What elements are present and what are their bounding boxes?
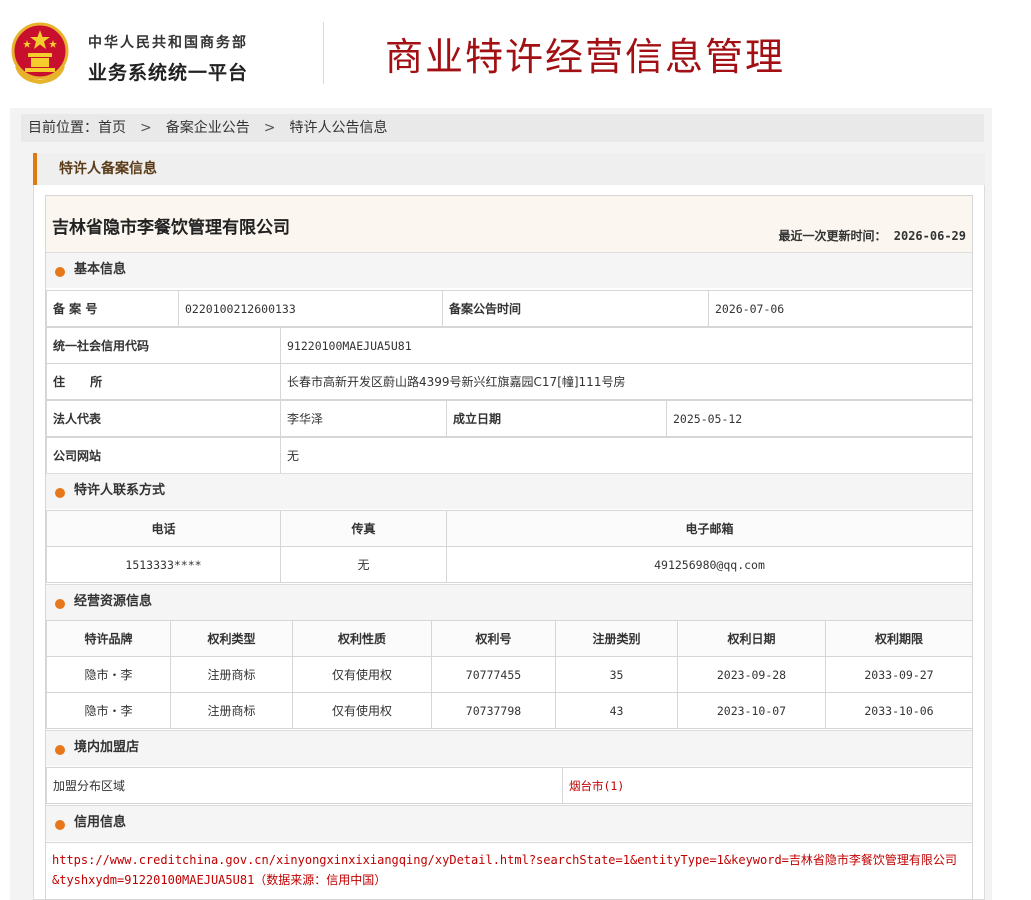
- address-label: 住 所: [46, 363, 281, 400]
- site-title: 商业特许经营信息管理: [385, 35, 786, 79]
- bullet-dot-icon: [55, 745, 65, 755]
- resources-table: 特许品牌 权利类型 权利性质 权利号 注册类别 权利日期 权利期限 隐市・李 注…: [46, 620, 973, 729]
- bullet-dot-icon: [55, 488, 65, 498]
- bullet-dot-icon: [55, 267, 65, 277]
- table-cell: 2033-09-27: [825, 656, 973, 693]
- column-header: 权利号: [431, 620, 556, 657]
- column-header: 权利类型: [170, 620, 293, 657]
- record-no-value: 0220100212600133: [178, 290, 443, 327]
- table-row: 1513333**** 无 491256980@qq.com: [46, 546, 973, 583]
- phone-value: 1513333****: [46, 546, 281, 583]
- credit-code-value: 91220100MAEJUA5U81: [280, 327, 973, 364]
- breadcrumb-filed-enterprises-link[interactable]: 备案企业公告: [166, 114, 250, 142]
- org-name-line1: 中华人民共和国商务部: [88, 35, 248, 51]
- column-header: 传真: [280, 510, 447, 547]
- section-title: 境内加盟店: [74, 740, 140, 755]
- column-header: 权利日期: [677, 620, 826, 657]
- credit-china-link[interactable]: https://www.creditchina.gov.cn/xinyongxi…: [52, 850, 962, 890]
- table-row: 加盟分布区域 烟台市(1): [46, 767, 973, 804]
- founded-value: 2025-05-12: [666, 400, 973, 437]
- table-cell: 注册商标: [170, 656, 293, 693]
- org-name-line2: 业务系统统一平台: [88, 62, 249, 84]
- table-cell: 70737798: [431, 692, 556, 729]
- column-header: 权利期限: [825, 620, 973, 657]
- basic-info-table-4: 公司网站 无: [46, 437, 973, 474]
- bullet-dot-icon: [55, 820, 65, 830]
- breadcrumb-home-link[interactable]: 首页: [98, 114, 126, 142]
- last-update-time: 最近一次更新时间： 2026-06-29: [779, 227, 967, 244]
- panel-header: 特许人备案信息: [33, 153, 985, 185]
- national-emblem-icon: [11, 22, 69, 84]
- announce-time-value: 2026-07-06: [708, 290, 973, 327]
- breadcrumb-current-page: 特许人公告信息: [289, 120, 388, 136]
- table-row: 隐市・李 注册商标 仅有使用权 70777455 35 2023-09-28 2…: [46, 656, 973, 693]
- section-credit: 信用信息: [46, 805, 972, 841]
- section-title: 基本信息: [74, 262, 127, 277]
- basic-info-table-2: 统一社会信用代码 91220100MAEJUA5U81 住 所 长春市高新开发区…: [46, 327, 973, 400]
- table-row: 隐市・李 注册商标 仅有使用权 70737798 43 2023-10-07 2…: [46, 692, 973, 729]
- update-value: 2026-06-29: [893, 229, 966, 243]
- region-link[interactable]: 烟台市(1): [562, 767, 973, 804]
- table-header-row: 特许品牌 权利类型 权利性质 权利号 注册类别 权利日期 权利期限: [46, 620, 973, 657]
- column-header: 电话: [46, 510, 281, 547]
- site-header: 中华人民共和国商务部 业务系统统一平台 商业特许经营信息管理: [0, 0, 1031, 108]
- table-row: 住 所 长春市高新开发区蔚山路4399号新兴红旗嘉园C17[幢]111号房: [46, 363, 973, 400]
- table-cell: 43: [555, 692, 678, 729]
- breadcrumb: 目前位置：首页 > 备案企业公告 > 特许人公告信息: [21, 114, 984, 142]
- table-cell: 2023-10-07: [677, 692, 826, 729]
- credit-code-label: 统一社会信用代码: [46, 327, 281, 364]
- update-label: 最近一次更新时间：: [778, 229, 887, 243]
- section-contact: 特许人联系方式: [46, 473, 972, 509]
- contact-table: 电话 传真 电子邮箱 1513333**** 无 491256980@qq.co…: [46, 510, 973, 583]
- section-title: 信用信息: [74, 815, 127, 830]
- table-cell: 注册商标: [170, 692, 293, 729]
- address-value: 长春市高新开发区蔚山路4399号新兴红旗嘉园C17[幢]111号房: [280, 363, 973, 400]
- section-resources: 经营资源信息: [46, 584, 972, 620]
- table-cell: 仅有使用权: [292, 692, 432, 729]
- domestic-table: 加盟分布区域 烟台市(1): [46, 767, 973, 804]
- company-name: 吉林省隐市李餐饮管理有限公司: [52, 218, 290, 238]
- table-cell: 隐市・李: [46, 692, 171, 729]
- record-no-label: 备 案 号: [46, 290, 179, 327]
- table-row: 法人代表 李华泽 成立日期 2025-05-12: [46, 400, 973, 437]
- table-header-row: 电话 传真 电子邮箱: [46, 510, 973, 547]
- table-row: 统一社会信用代码 91220100MAEJUA5U81: [46, 327, 973, 364]
- basic-info-table-1: 备 案 号 0220100212600133 备案公告时间 2026-07-06: [46, 290, 973, 327]
- breadcrumb-prefix: 目前位置：: [28, 120, 98, 136]
- email-value: 491256980@qq.com: [446, 546, 973, 583]
- section-basic-info: 基本信息: [46, 252, 972, 288]
- table-row: 备 案 号 0220100212600133 备案公告时间 2026-07-06: [46, 290, 973, 327]
- region-label: 加盟分布区域: [46, 767, 563, 804]
- announce-time-label: 备案公告时间: [442, 290, 709, 327]
- section-title: 经营资源信息: [74, 594, 153, 609]
- table-cell: 2033-10-06: [825, 692, 973, 729]
- fax-value: 无: [280, 546, 447, 583]
- founded-label: 成立日期: [446, 400, 667, 437]
- bullet-dot-icon: [55, 599, 65, 609]
- table-cell: 2023-09-28: [677, 656, 826, 693]
- section-title: 特许人联系方式: [74, 483, 166, 498]
- basic-info-table-3: 法人代表 李华泽 成立日期 2025-05-12: [46, 400, 973, 437]
- website-value: 无: [280, 437, 973, 474]
- column-header: 特许品牌: [46, 620, 171, 657]
- table-cell: 隐市・李: [46, 656, 171, 693]
- breadcrumb-separator: >: [263, 120, 276, 136]
- breadcrumb-separator: >: [140, 120, 152, 136]
- panel-title: 特许人备案信息: [59, 161, 157, 177]
- column-header: 注册类别: [555, 620, 678, 657]
- table-row: 公司网站 无: [46, 437, 973, 474]
- table-cell: 仅有使用权: [292, 656, 432, 693]
- table-cell: 35: [555, 656, 678, 693]
- table-cell: 70777455: [431, 656, 556, 693]
- website-label: 公司网站: [46, 437, 281, 474]
- legal-rep-label: 法人代表: [46, 400, 281, 437]
- section-domestic-stores: 境内加盟店: [46, 730, 972, 766]
- legal-rep-value: 李华泽: [280, 400, 447, 437]
- column-header: 权利性质: [292, 620, 432, 657]
- column-header: 电子邮箱: [446, 510, 973, 547]
- header-divider: [323, 22, 324, 84]
